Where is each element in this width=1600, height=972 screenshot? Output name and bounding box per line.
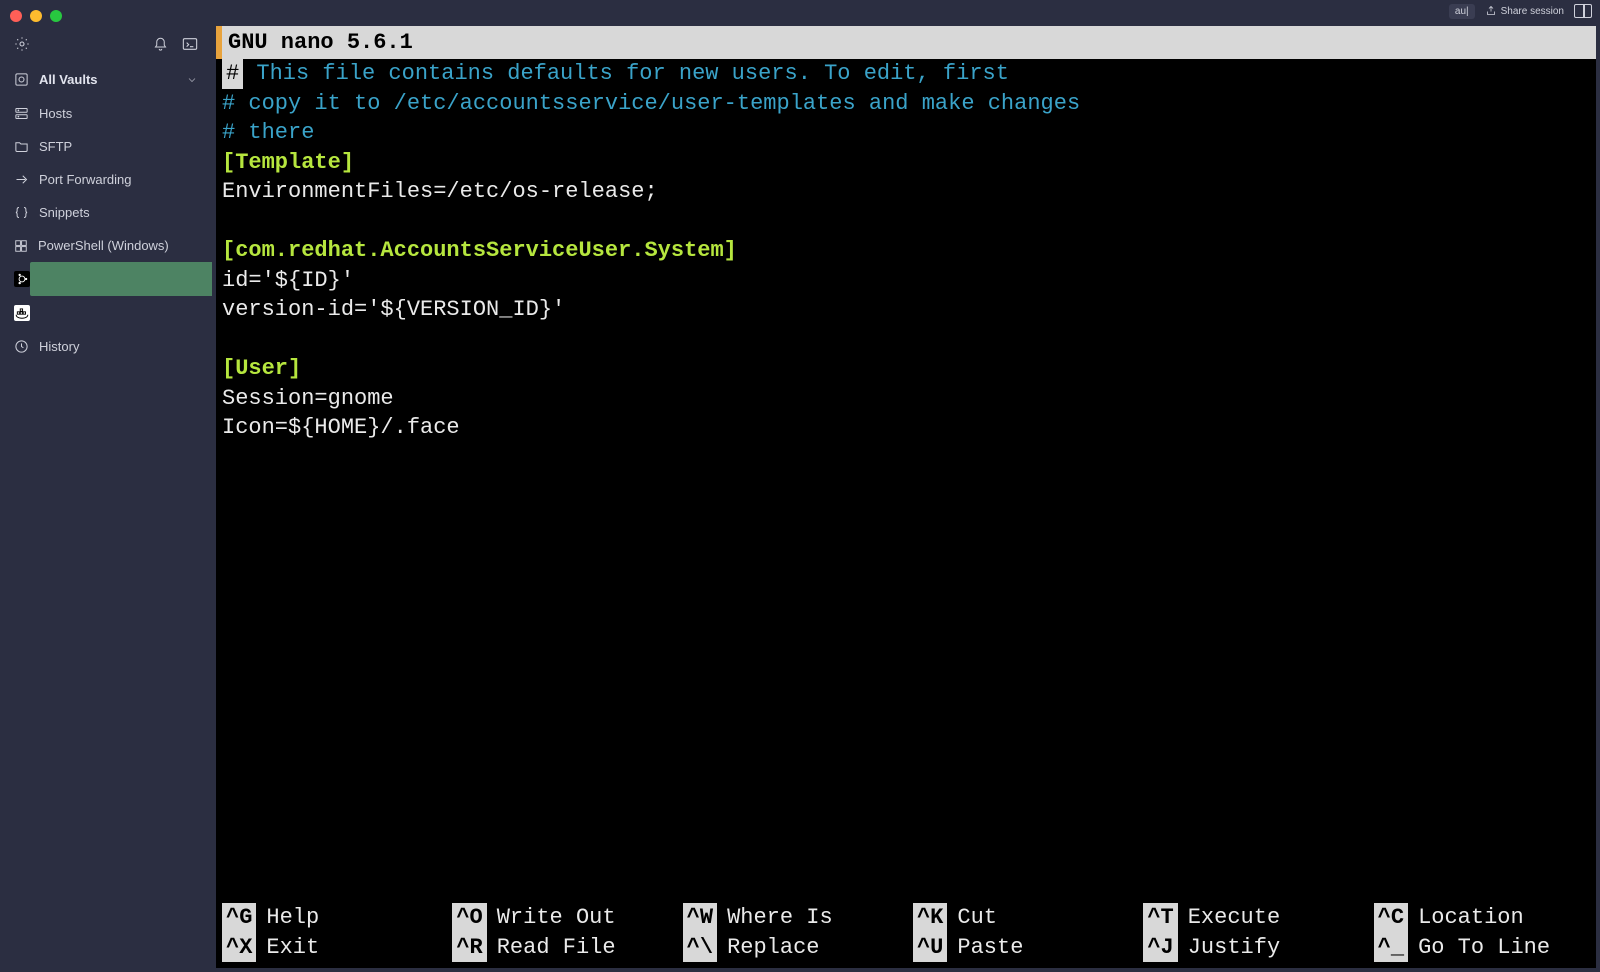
nano-shortcut: ^X Exit: [222, 933, 438, 962]
sidebar-item-history[interactable]: History: [0, 330, 212, 363]
sidebar-section-label: All Vaults: [39, 72, 98, 87]
nano-title-bar: GNU nano 5.6.1: [216, 26, 1596, 59]
nano-shortcut-desc: Justify: [1188, 933, 1280, 962]
sidebar-item-powershell[interactable]: PowerShell (Windows): [0, 229, 212, 262]
maximize-window-dot[interactable]: [50, 10, 62, 22]
sidebar-item-label: SFTP: [39, 139, 72, 154]
windows-icon: [14, 239, 28, 253]
nano-shortcut-desc: Replace: [727, 933, 819, 962]
gear-icon[interactable]: [14, 36, 30, 52]
split-pane-icon[interactable]: [1574, 4, 1592, 18]
sidebar-item-label: History: [39, 339, 79, 354]
nano-shortcut-desc: Read File: [497, 933, 616, 962]
nano-line: id='${ID}': [222, 266, 1590, 295]
nano-line: [User]: [222, 354, 1590, 383]
sidebar-item-port-forwarding[interactable]: Port Forwarding: [0, 163, 212, 196]
history-icon: [14, 339, 29, 354]
nano-shortcut-key: ^\: [683, 933, 717, 962]
sidebar-item-snippets[interactable]: Snippets: [0, 196, 212, 229]
nano-cursor-hash: #: [222, 59, 243, 88]
nano-shortcut-key: ^K: [913, 903, 947, 932]
sidebar-item-ubuntu[interactable]: [0, 262, 212, 296]
nano-shortcut-key: ^U: [913, 933, 947, 962]
nano-line: [222, 325, 1590, 354]
nano-shortcut-desc: Location: [1418, 903, 1524, 932]
nano-shortcut-key: ^C: [1374, 903, 1408, 932]
nano-shortcut-desc: Write Out: [497, 903, 616, 932]
braces-icon: [14, 205, 29, 220]
nano-shortcut: ^K Cut: [913, 903, 1129, 932]
nano-shortcut-desc: Where Is: [727, 903, 833, 932]
nano-shortcut-desc: Execute: [1188, 903, 1280, 932]
sidebar-section-all-vaults[interactable]: All Vaults: [0, 62, 212, 97]
nano-shortcut-key: ^J: [1143, 933, 1177, 962]
nano-shortcut: ^O Write Out: [452, 903, 668, 932]
nano-shortcut: ^T Execute: [1143, 903, 1359, 932]
share-session-label: Share session: [1501, 6, 1564, 17]
nano-shortcut: ^G Help: [222, 903, 438, 932]
nano-shortcut-key: ^X: [222, 933, 256, 962]
nano-line: # there: [222, 118, 1590, 147]
minimize-window-dot[interactable]: [30, 10, 42, 22]
user-badge[interactable]: au|: [1449, 4, 1475, 19]
nano-shortcut: ^U Paste: [913, 933, 1129, 962]
folder-icon: [14, 139, 29, 154]
terminal-pane: au| Share session GNU nano 5.6.1 # This …: [212, 0, 1600, 972]
share-session-button[interactable]: Share session: [1485, 5, 1564, 17]
ubuntu-icon: [14, 271, 30, 287]
nano-shortcut-desc: Exit: [266, 933, 319, 962]
nano-shortcut-key: ^O: [452, 903, 486, 932]
nano-shortcut-key: ^G: [222, 903, 256, 932]
nano-line: version-id='${VERSION_ID}': [222, 295, 1590, 324]
nano-shortcut: ^C Location: [1374, 903, 1590, 932]
vault-icon: [14, 72, 29, 87]
sidebar-item-highlighted-redacted[interactable]: [30, 262, 218, 296]
bell-icon[interactable]: [153, 37, 168, 52]
app-root: All Vaults Hosts SFTP Port Forwarding: [0, 0, 1600, 972]
sidebar-item-label: Snippets: [39, 205, 90, 220]
nano-shortcut-desc: Paste: [957, 933, 1023, 962]
terminal-inner[interactable]: GNU nano 5.6.1 # This file contains defa…: [216, 26, 1596, 968]
nano-shortcut: ^R Read File: [452, 933, 668, 962]
sidebar-item-label: PowerShell (Windows): [38, 238, 169, 253]
nano-line: [Template]: [222, 148, 1590, 177]
hosts-icon: [14, 106, 29, 121]
sidebar-item-label: Hosts: [39, 106, 72, 121]
nano-footer: ^G Help ^O Write Out ^W Where Is ^K Cut ^T Execut…: [216, 901, 1596, 968]
nano-shortcut-key: ^_: [1374, 933, 1408, 962]
nano-shortcut-desc: Help: [266, 903, 319, 932]
nano-shortcut-key: ^T: [1143, 903, 1177, 932]
terminal-icon[interactable]: [182, 37, 198, 51]
nano-line: Icon=${HOME}/.face: [222, 413, 1590, 442]
nano-line: [com.redhat.AccountsServiceUser.System]: [222, 236, 1590, 265]
nano-shortcut-key: ^R: [452, 933, 486, 962]
nano-body[interactable]: # This file contains defaults for new us…: [216, 59, 1596, 901]
chevron-down-icon: [186, 74, 198, 86]
nano-line: EnvironmentFiles=/etc/os-release;: [222, 177, 1590, 206]
nano-shortcut: ^W Where Is: [683, 903, 899, 932]
nano-shortcut: ^J Justify: [1143, 933, 1359, 962]
nano-line: [222, 207, 1590, 236]
sidebar-item-label: Port Forwarding: [39, 172, 131, 187]
arrow-right-icon: [14, 172, 29, 187]
sidebar-item-hosts[interactable]: Hosts: [0, 97, 212, 130]
close-window-dot[interactable]: [10, 10, 22, 22]
docker-icon: [14, 305, 30, 321]
nano-shortcut: ^_ Go To Line: [1374, 933, 1590, 962]
nano-shortcut-desc: Go To Line: [1418, 933, 1550, 962]
nano-line: # This file contains defaults for new us…: [222, 59, 1590, 88]
sidebar-item-sftp[interactable]: SFTP: [0, 130, 212, 163]
window-traffic-lights[interactable]: [10, 10, 62, 22]
sidebar: All Vaults Hosts SFTP Port Forwarding: [0, 0, 212, 972]
topbar: au| Share session: [1441, 0, 1600, 22]
nano-shortcut-desc: Cut: [957, 903, 997, 932]
nano-line: Session=gnome: [222, 384, 1590, 413]
sidebar-item-docker[interactable]: [0, 296, 212, 330]
sidebar-top-row: [0, 30, 212, 62]
nano-shortcut: ^\ Replace: [683, 933, 899, 962]
nano-shortcut-key: ^W: [683, 903, 717, 932]
nano-line: # copy it to /etc/accountsservice/user-t…: [222, 89, 1590, 118]
